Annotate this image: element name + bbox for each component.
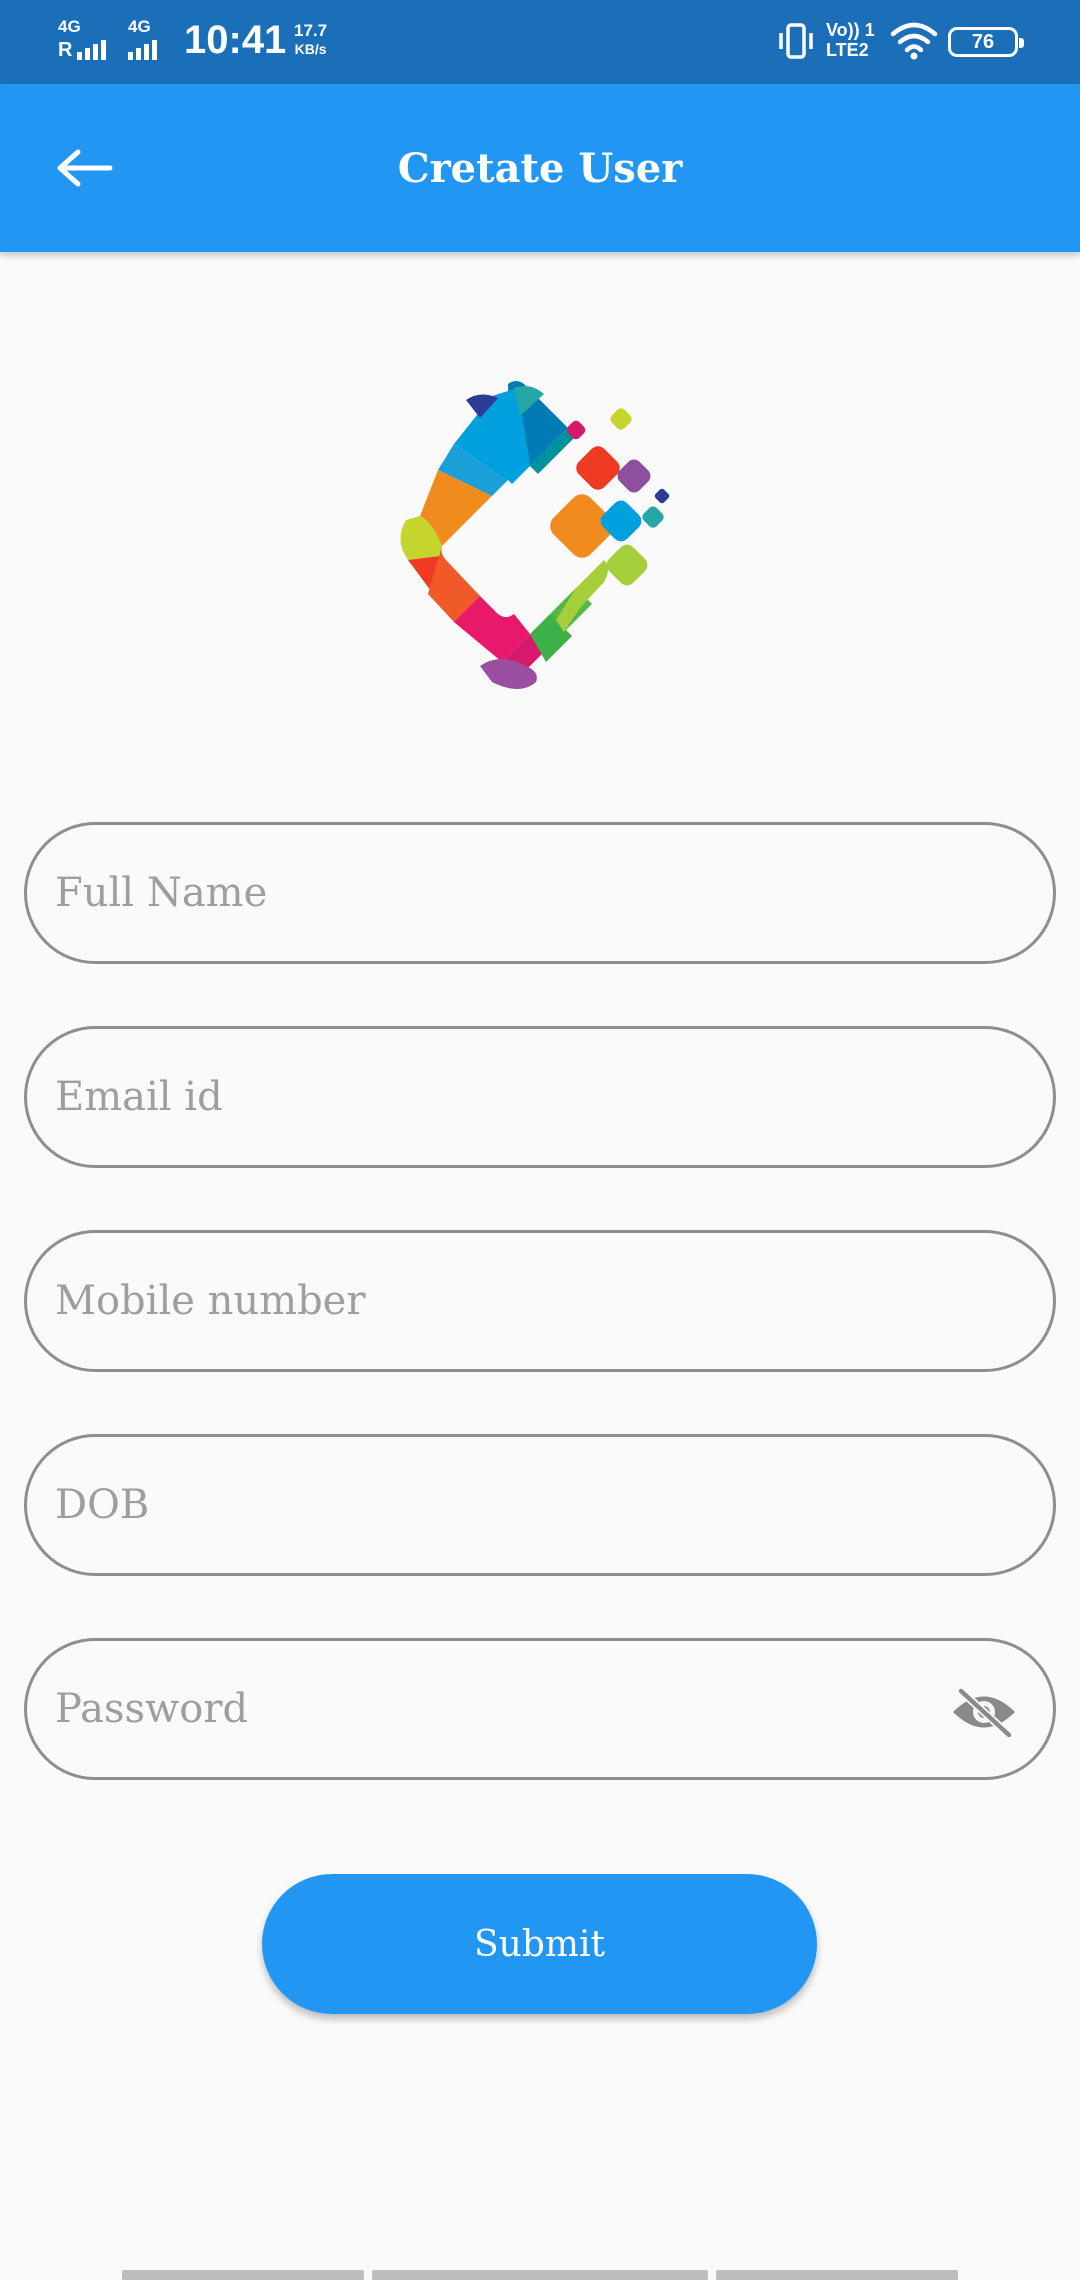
email-field[interactable] [24,1026,1056,1168]
app-logo [380,370,700,690]
dob-field[interactable] [24,1434,1056,1576]
full-name-input[interactable] [27,825,1053,961]
email-input[interactable] [27,1029,1053,1165]
password-input[interactable] [27,1641,1053,1777]
dob-input[interactable] [27,1437,1053,1573]
battery-icon: 76 [948,27,1024,57]
gesture-bar-right[interactable] [716,2270,958,2280]
gesture-bar-center[interactable] [372,2270,708,2280]
sim2-signal: 4G [128,18,157,60]
back-button[interactable] [44,132,124,204]
sim2-network-label: 4G [128,17,151,36]
roaming-indicator: R [58,39,73,61]
volte-bottom: LTE2 [826,40,869,60]
mobile-number-input[interactable] [27,1233,1053,1369]
arrow-left-icon [57,149,113,187]
volte-top: Vo)) 1 [826,20,875,40]
sim1-network-label: 4G [58,17,81,36]
full-name-field[interactable] [24,822,1056,964]
password-field[interactable] [24,1638,1056,1780]
password-visibility-toggle[interactable] [949,1687,1019,1737]
network-speed: 17.7 KB/s [294,22,327,58]
mobile-number-field[interactable] [24,1230,1056,1372]
vibrate-icon [776,22,816,65]
speed-value: 17.7 [294,21,328,40]
submit-button[interactable]: Submit [262,1874,817,2014]
gesture-bar-left[interactable] [122,2270,364,2280]
page-title: Cretate User [397,144,683,192]
volte-indicator: Vo)) 1 LTE2 [826,20,875,60]
app-bar: Cretate User [0,84,1080,252]
clock: 10:41 [184,18,287,62]
wifi-icon [890,22,938,65]
speed-unit: KB/s [294,41,327,57]
status-bar: 4G R 4G 10:41 17.7 KB/s Vo)) 1 LTE2 76 [0,0,1080,84]
eye-off-icon [953,1687,1015,1737]
sim1-signal: 4G R [58,17,107,61]
battery-level: 76 [971,30,995,53]
